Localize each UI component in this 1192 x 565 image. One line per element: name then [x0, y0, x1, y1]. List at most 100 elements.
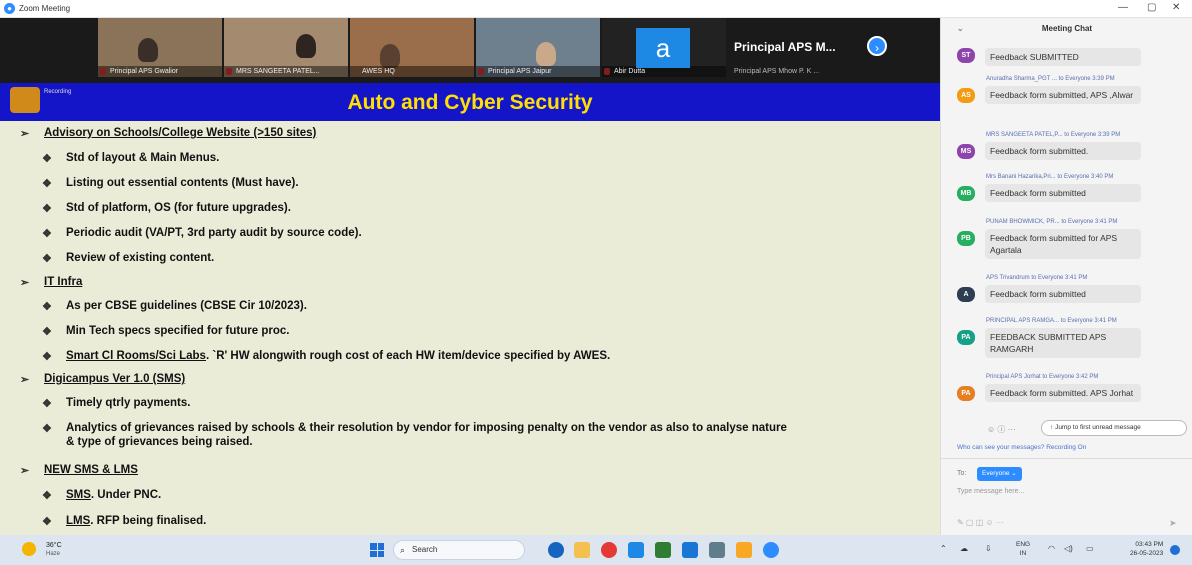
word-icon[interactable]	[682, 542, 698, 558]
diamond-bullet-icon: ❖	[42, 326, 52, 338]
windows-taskbar: 36°C Haze ⌕ Search ⌃ ☁ ⇩ ENG IN ◠ ◁) ▭ 03…	[0, 535, 1192, 565]
active-speaker-name: Principal APS M...	[734, 40, 836, 54]
window-title: Zoom Meeting	[19, 4, 71, 13]
jump-to-unread-button[interactable]: ↑ Jump to first unread message	[1041, 420, 1187, 436]
excel-icon[interactable]	[655, 542, 671, 558]
avatar: A	[957, 287, 975, 302]
participant-tile[interactable]: Principal APS Jaipur	[476, 18, 600, 77]
meeting-chat-panel: ⌄ Meeting Chat ST Feedback SUBMITTED Anu…	[940, 18, 1192, 535]
notification-icon[interactable]	[1170, 545, 1180, 555]
avatar: MS	[957, 144, 975, 159]
chat-sender: PRINCIPAL APS RAMGA... to Everyone 3:41 …	[986, 318, 1117, 324]
arrow-bullet-icon: ➢	[20, 465, 30, 477]
chat-sender: Mrs Banani Hazarika,Pri... to Everyone 3…	[986, 174, 1114, 180]
windows-start-icon[interactable]	[370, 543, 384, 557]
settings-icon[interactable]	[709, 542, 725, 558]
chat-bubble[interactable]: Feedback form submitted for APS Agartala	[985, 229, 1141, 259]
chat-bubble[interactable]: Feedback form submitted.	[985, 142, 1141, 160]
usb-icon[interactable]: ⇩	[985, 544, 992, 553]
diamond-bullet-icon: ❖	[42, 178, 52, 190]
diamond-bullet-icon: ❖	[42, 351, 52, 363]
chat-sender: PUNAM BHOWMICK, PR... to Everyone 3:41 P…	[986, 219, 1118, 225]
next-participants-button[interactable]: ›	[867, 36, 887, 56]
chat-sender: MRS SANGEETA PATEL,P... to Everyone 3:39…	[986, 132, 1121, 138]
window-titlebar: ● Zoom Meeting	[0, 0, 1192, 18]
collapse-chat-icon[interactable]: ⌄	[957, 18, 964, 40]
maximize-button[interactable]: ▢	[1147, 2, 1156, 13]
chat-divider	[941, 458, 1192, 459]
zoom-icon: ●	[4, 3, 15, 14]
slide-title: Auto and Cyber Security	[347, 91, 593, 114]
chat-sender: APS Trivandrum to Everyone 3:41 PM	[986, 275, 1088, 281]
chat-sender: Anuradha Sharma_PGT ... to Everyone 3:39…	[986, 76, 1115, 82]
weather-temp: 36°C	[46, 542, 62, 549]
who-can-see-link[interactable]: Who can see your messages? Recording On	[957, 444, 1086, 451]
chevron-up-icon[interactable]: ⌃	[940, 544, 947, 553]
send-icon[interactable]: ➤	[1169, 518, 1177, 529]
zoom-taskbar-icon[interactable]	[763, 542, 779, 558]
participant-tile[interactable]: Principal APS Gwalior	[98, 18, 222, 77]
chat-bubble[interactable]: Feedback form submitted. APS Jorhat	[985, 384, 1141, 402]
avatar: PA	[957, 330, 975, 345]
avatar: ST	[957, 48, 975, 63]
arrow-bullet-icon: ➢	[20, 374, 30, 386]
close-button[interactable]: ✕	[1172, 2, 1180, 13]
participant-avatar: a	[636, 28, 690, 68]
chat-title: Meeting Chat	[1041, 24, 1093, 33]
chat-bubble[interactable]: FEEDBACK SUBMITTED APS RAMGARH	[985, 328, 1141, 358]
diamond-bullet-icon: ❖	[42, 228, 52, 240]
search-icon: ⌕	[400, 545, 406, 555]
minimize-button[interactable]: —	[1118, 2, 1128, 13]
participant-name: MRS SANGEETA PATEL...	[224, 66, 348, 77]
clock[interactable]: 03:43 PM 26-05-2023	[1130, 540, 1163, 558]
chrome-icon[interactable]	[601, 542, 617, 558]
participant-video	[536, 42, 556, 66]
message-input[interactable]: Type message here...	[957, 488, 1024, 495]
language-indicator[interactable]: ENG IN	[1016, 540, 1030, 558]
participant-name: AWES HQ	[350, 66, 474, 77]
cloud-icon[interactable]: ☁	[960, 544, 968, 553]
chat-header: ⌄ Meeting Chat	[941, 18, 1192, 40]
app-icon[interactable]	[548, 542, 564, 558]
recipient-dropdown[interactable]: Everyone ⌄	[977, 467, 1022, 481]
chat-reaction-tools[interactable]: ☺ ⓘ ···	[987, 424, 1016, 435]
active-speaker-subtitle: Principal APS Mhow P. K ...	[734, 68, 820, 75]
arrow-bullet-icon: ➢	[20, 277, 30, 289]
participant-strip: Principal APS Gwalior MRS SANGEETA PATEL…	[0, 18, 940, 83]
weather-desc: Haze	[46, 551, 61, 557]
slide-header: Recording Auto and Cyber Security	[0, 83, 940, 121]
chat-bubble[interactable]: Feedback form submitted	[985, 285, 1141, 303]
diamond-bullet-icon: ❖	[42, 153, 52, 165]
chat-bubble[interactable]: Feedback form submitted, APS ,Alwar	[985, 86, 1141, 104]
participant-video	[296, 34, 316, 58]
volume-icon[interactable]: ◁)	[1064, 544, 1073, 553]
chat-bubble[interactable]: Feedback form submitted	[985, 184, 1141, 202]
wifi-icon[interactable]: ◠	[1048, 544, 1055, 553]
arrow-bullet-icon: ➢	[20, 128, 30, 140]
avatar: PB	[957, 231, 975, 246]
chat-bubble[interactable]: Feedback SUBMITTED	[985, 48, 1141, 66]
participant-tile[interactable]: AWES HQ	[350, 18, 474, 77]
participant-video	[380, 44, 400, 68]
avatar: MB	[957, 186, 975, 201]
participant-name: Principal APS Jaipur	[476, 66, 600, 77]
weather-sun-icon	[22, 542, 36, 556]
app-icon[interactable]	[628, 542, 644, 558]
chat-format-icons[interactable]: ✎ ▢ ◫ ☺ ···	[957, 518, 1004, 527]
meeting-area: Principal APS Gwalior MRS SANGEETA PATEL…	[0, 18, 940, 535]
app-icon[interactable]	[736, 542, 752, 558]
participant-tile[interactable]: MRS SANGEETA PATEL...	[224, 18, 348, 77]
file-explorer-icon[interactable]	[574, 542, 590, 558]
diamond-bullet-icon: ❖	[42, 423, 52, 435]
taskbar-search[interactable]: ⌕ Search	[393, 540, 525, 560]
battery-icon[interactable]: ▭	[1086, 544, 1094, 553]
chat-sender: Principal APS Jorhat to Everyone 3:42 PM	[986, 374, 1099, 380]
diamond-bullet-icon: ❖	[42, 516, 52, 528]
shared-slide: Recording Auto and Cyber Security ➢ Advi…	[0, 83, 940, 535]
avatar: PA	[957, 386, 975, 401]
diamond-bullet-icon: ❖	[42, 301, 52, 313]
avatar: AS	[957, 88, 975, 103]
diamond-bullet-icon: ❖	[42, 203, 52, 215]
diamond-bullet-icon: ❖	[42, 398, 52, 410]
diamond-bullet-icon: ❖	[42, 490, 52, 502]
